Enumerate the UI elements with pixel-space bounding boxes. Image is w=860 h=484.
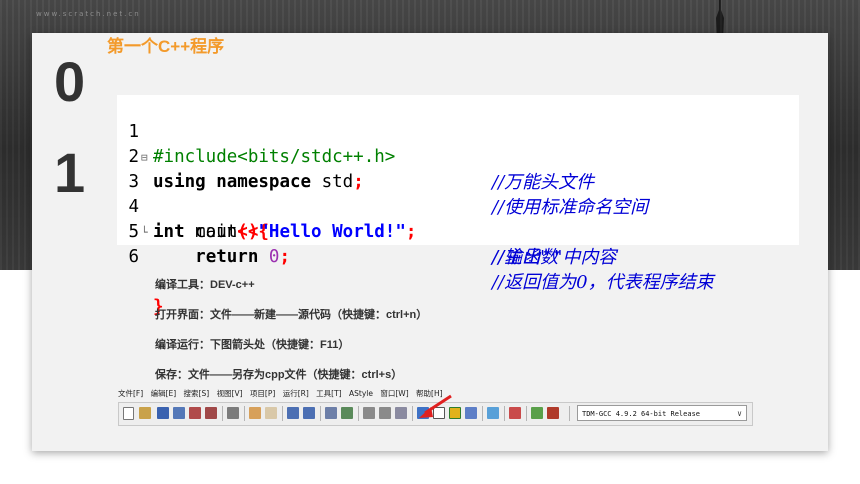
toolbar-separator xyxy=(412,406,413,421)
toggle-comment-icon[interactable] xyxy=(395,407,407,419)
watermark: www.scratch.net.cn xyxy=(36,10,141,18)
info-open-interface: 打开界面：文件——新建——源代码（快捷键：ctrl+n） xyxy=(155,309,428,321)
toolbar-separator xyxy=(244,406,245,421)
compiler-select[interactable]: TDM-GCC 4.9.2 64-bit Release ∨ xyxy=(577,405,747,421)
rebuild-all-icon[interactable] xyxy=(465,407,477,419)
toolbar-separator xyxy=(320,406,321,421)
menu-tools[interactable]: 工具[T] xyxy=(316,389,341,398)
chevron-down-icon[interactable]: ∨ xyxy=(737,406,742,422)
code-editor: 1 #include<bits/stdc++.h> //万能头文件 2 usin… xyxy=(117,95,799,317)
save-icon[interactable] xyxy=(157,407,169,419)
toolbar-separator xyxy=(504,406,505,421)
undo-icon[interactable] xyxy=(249,407,261,419)
section-digit-bottom: 1 xyxy=(54,141,86,204)
menu-search[interactable]: 搜索[S] xyxy=(184,389,210,398)
unindent-icon[interactable] xyxy=(379,407,391,419)
save-all-icon[interactable] xyxy=(173,407,185,419)
menu-window[interactable]: 窗口[W] xyxy=(380,389,408,398)
code-line: 2 using namespace std; //使用标准命名空间 xyxy=(117,120,799,218)
number-literal: 0 xyxy=(268,247,280,267)
toolbar-separator xyxy=(482,406,483,421)
code-comment: //输出" "中内容 xyxy=(492,247,617,268)
close-icon[interactable] xyxy=(189,407,201,419)
toolbar-separator xyxy=(282,406,283,421)
bookmark-icon[interactable] xyxy=(341,407,353,419)
replace-icon[interactable] xyxy=(303,407,315,419)
ide-menubar: 文件[F] 编辑[E] 搜索[S] 视图[V] 项目[P] 运行[R] 工具[T… xyxy=(118,388,448,402)
toolbar-separator xyxy=(358,406,359,421)
compiler-select-value: TDM-GCC 4.9.2 64-bit Release xyxy=(582,410,701,418)
profile-icon[interactable] xyxy=(531,407,543,419)
debug-check-icon[interactable] xyxy=(487,407,499,419)
redo-icon[interactable] xyxy=(265,407,277,419)
open-file-icon[interactable] xyxy=(139,407,151,419)
menu-view[interactable]: 视图[V] xyxy=(217,389,243,398)
keyword: return xyxy=(195,247,259,267)
toolbar-separator xyxy=(569,406,570,421)
section-title: 第一个C++程序 xyxy=(107,37,225,56)
menu-run[interactable]: 运行[R] xyxy=(283,389,309,398)
code-line: 5 return 0; //返回值为0，代表程序结束 xyxy=(117,195,799,293)
indent-icon[interactable] xyxy=(363,407,375,419)
code-line: 4 cout<<"Hello World!"; //输出" "中内容 xyxy=(117,170,799,268)
info-compile-run: 编译运行：下图箭头处（快捷键：F11） xyxy=(155,339,350,351)
section-digit-top: 0 xyxy=(54,50,86,113)
code-comment: //返回值为0，代表程序结束 xyxy=(492,272,714,293)
menu-astyle[interactable]: AStyle xyxy=(349,389,373,398)
fold-minus-icon[interactable]: ⊟ xyxy=(141,145,149,170)
toolbar-separator xyxy=(222,406,223,421)
stop-execution-icon[interactable] xyxy=(509,407,521,419)
goto-line-icon[interactable] xyxy=(325,407,337,419)
print-icon[interactable] xyxy=(227,407,239,419)
menu-project[interactable]: 项目[P] xyxy=(250,389,275,398)
menu-edit[interactable]: 编辑[E] xyxy=(151,389,177,398)
close-all-icon[interactable] xyxy=(205,407,217,419)
new-file-icon[interactable] xyxy=(123,407,134,420)
semicolon: ; xyxy=(279,247,291,267)
info-compile-tool: 编译工具：DEV-c++ xyxy=(155,279,255,291)
code-line: 6 └ } xyxy=(117,220,799,317)
info-save: 保存：文件——另存为cpp文件（快捷键：ctrl+s） xyxy=(155,369,403,381)
code-line: 1 #include<bits/stdc++.h> //万能头文件 xyxy=(117,95,799,193)
find-icon[interactable] xyxy=(287,407,299,419)
delete-profile-icon[interactable] xyxy=(547,407,559,419)
toolbar-separator xyxy=(526,406,527,421)
content-card: 0 1 第一个C++程序 1 #include<bits/stdc++.h> /… xyxy=(32,33,828,451)
code-line: 3 ⊟ int main(){ //主函数 xyxy=(117,145,799,268)
line-number: 6 xyxy=(128,247,139,267)
red-arrow-icon xyxy=(419,394,452,418)
fold-end-icon: └ xyxy=(141,226,148,239)
menu-file[interactable]: 文件[F] xyxy=(118,389,143,398)
